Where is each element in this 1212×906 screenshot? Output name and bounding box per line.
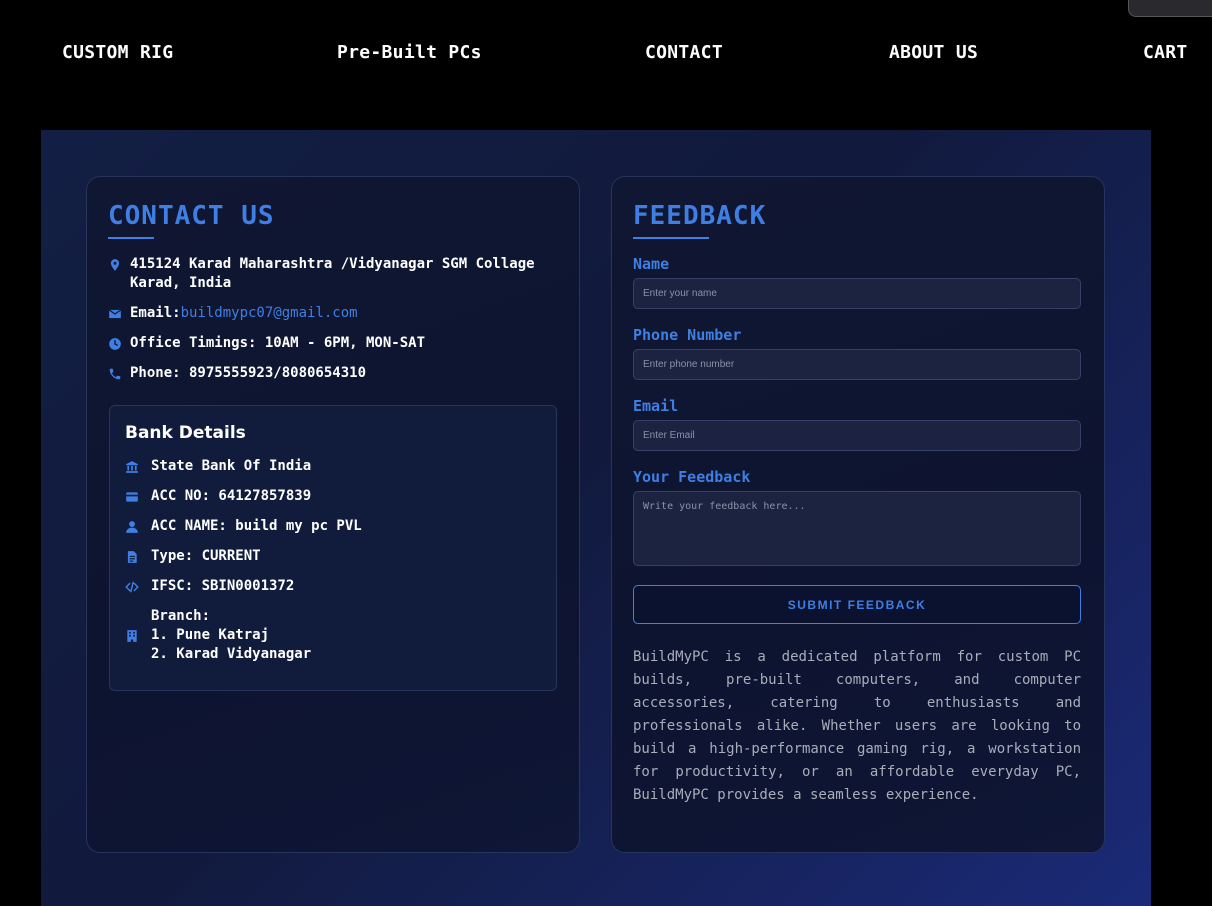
corner-tab[interactable] [1128,0,1212,17]
feedback-message-label: Your Feedback [633,468,751,486]
bank-icon [125,460,151,474]
submit-feedback-button[interactable]: SUBMIT FEEDBACK [633,585,1081,624]
address-line-2: Karad, India [130,275,232,291]
feedback-textarea[interactable] [633,491,1081,566]
about-paragraph: BuildMyPC is a dedicated platform for cu… [633,649,1081,803]
top-navbar: CUSTOM RIG Pre-Built PCs CONTACT ABOUT U… [0,0,1212,110]
ifsc-row: IFSC: SBIN0001372 [125,577,294,596]
name-input[interactable] [633,278,1081,309]
email-label: Email [633,397,679,415]
ifsc-code: IFSC: SBIN0001372 [151,578,295,594]
phone-row: Phone: 8975555923/8080654310 [108,364,366,383]
address-text: 415124 Karad Maharashtra /Vidyanagar SGM… [130,255,535,293]
nav-cart[interactable]: CART [1143,42,1188,63]
nav-about-us[interactable]: ABOUT US [889,42,978,63]
contact-section: CONTACT US 415124 Karad Maharashtra /Vid… [41,130,1151,906]
document-icon [125,550,151,564]
nav-contact[interactable]: CONTACT [645,42,723,63]
bank-details-box: Bank Details State Bank Of India ACC NO:… [109,405,557,691]
building-icon [125,629,151,643]
branch-row: Branch: 1. Pune Katraj 2. Karad Vidyanag… [125,607,311,664]
phone-input[interactable] [633,349,1081,380]
acc-name: ACC NAME: build my pc PVL [151,518,362,534]
branch-2: 2. Karad Vidyanagar [151,646,312,662]
location-pin-icon [108,255,130,272]
address-row: 415124 Karad Maharashtra /Vidyanagar SGM… [108,255,535,293]
feedback-title: FEEDBACK [633,201,767,231]
phone-label: Phone Number [633,326,742,344]
credit-card-icon [125,490,151,504]
contact-title: CONTACT US [108,201,275,231]
type-row: Type: CURRENT [125,547,261,566]
user-icon [125,520,151,534]
acc-no: ACC NO: 64127857839 [151,488,312,504]
phone-icon [108,364,130,381]
address-line-1: 415124 Karad Maharashtra /Vidyanagar SGM… [130,256,535,272]
clock-icon [108,334,130,351]
title-underline [108,237,154,239]
contact-card: CONTACT US 415124 Karad Maharashtra /Vid… [86,176,580,853]
email-row: Email: buildmypc07@gmail.com [108,304,358,323]
acc-no-row: ACC NO: 64127857839 [125,487,311,506]
title-underline [633,237,709,239]
feedback-card: FEEDBACK Name Phone Number Email Your Fe… [611,176,1105,853]
account-type: Type: CURRENT [151,548,261,564]
timings-text: Office Timings: 10AM - 6PM, MON-SAT [130,335,426,351]
branch-1: 1. Pune Katraj [151,627,270,643]
email-link[interactable]: buildmypc07@gmail.com [181,304,358,323]
branch-label: Branch: [151,608,211,624]
email-input[interactable] [633,420,1081,451]
email-label: Email: [130,305,181,321]
code-icon [125,580,151,594]
nav-pre-built-pcs[interactable]: Pre-Built PCs [337,42,482,63]
timings-row: Office Timings: 10AM - 6PM, MON-SAT [108,334,425,353]
bank-name: State Bank Of India [151,458,312,474]
acc-name-row: ACC NAME: build my pc PVL [125,517,362,536]
nav-custom-rig[interactable]: CUSTOM RIG [62,42,173,63]
branch-text: Branch: 1. Pune Katraj 2. Karad Vidyanag… [151,607,311,664]
name-label: Name [633,255,670,273]
bank-details-title: Bank Details [125,423,246,443]
envelope-icon [108,304,130,321]
bank-name-row: State Bank Of India [125,457,311,476]
phone-text: Phone: 8975555923/8080654310 [130,365,367,381]
